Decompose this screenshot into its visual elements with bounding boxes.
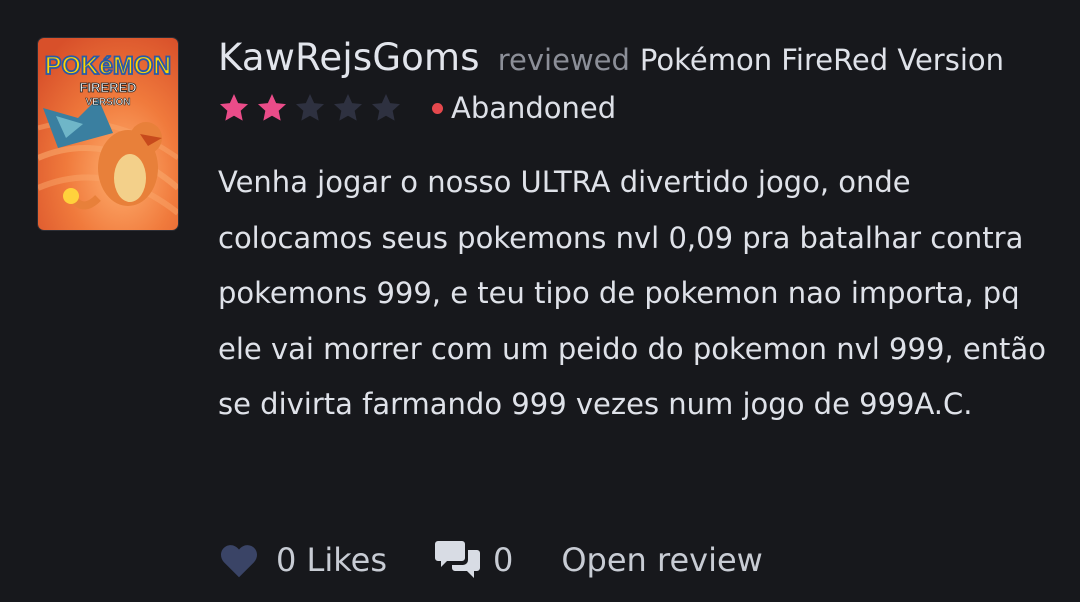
review-body: Venha jogar o nosso ULTRA divertido jogo… bbox=[218, 165, 1046, 421]
game-cover-art: POKéMON FIRERED VERSION bbox=[38, 38, 178, 230]
cover-subtitle-2: VERSION bbox=[85, 97, 130, 108]
comments-count: 0 bbox=[493, 541, 514, 579]
username-link[interactable]: KawRejsGoms bbox=[218, 36, 480, 79]
reviewed-label: reviewed bbox=[497, 43, 630, 77]
star-empty-icon bbox=[296, 94, 324, 121]
star-rating bbox=[218, 92, 402, 124]
comments-icon bbox=[435, 541, 480, 578]
star-filled-icon bbox=[258, 94, 286, 121]
heart-icon bbox=[220, 545, 258, 578]
cover-logo: POKéMON bbox=[45, 52, 171, 80]
star-empty-icon bbox=[334, 94, 362, 121]
status-label: Abandoned bbox=[451, 91, 617, 125]
comments-button[interactable]: 0 bbox=[435, 538, 513, 582]
game-title-link[interactable]: Pokémon FireRed Version bbox=[640, 43, 1004, 77]
open-review-link[interactable]: Open review bbox=[561, 541, 762, 579]
review-header: KawRejsGoms reviewed Pokémon FireRed Ver… bbox=[218, 36, 1068, 79]
review-footer: 0 Likes 0 Open review bbox=[218, 538, 763, 582]
like-button[interactable]: 0 Likes bbox=[218, 541, 387, 579]
rating-row: Abandoned bbox=[218, 85, 1068, 131]
status-dot-icon bbox=[432, 102, 443, 114]
star-filled-icon bbox=[220, 94, 248, 121]
game-cover[interactable]: POKéMON FIRERED VERSION bbox=[38, 38, 178, 230]
review-content: KawRejsGoms reviewed Pokémon FireRed Ver… bbox=[218, 36, 1068, 433]
status-badge: Abandoned bbox=[432, 91, 616, 125]
cover-subtitle-1: FIRERED bbox=[79, 80, 136, 95]
likes-count: 0 Likes bbox=[276, 541, 387, 579]
star-empty-icon bbox=[372, 94, 400, 121]
open-review-label: Open review bbox=[561, 541, 763, 579]
